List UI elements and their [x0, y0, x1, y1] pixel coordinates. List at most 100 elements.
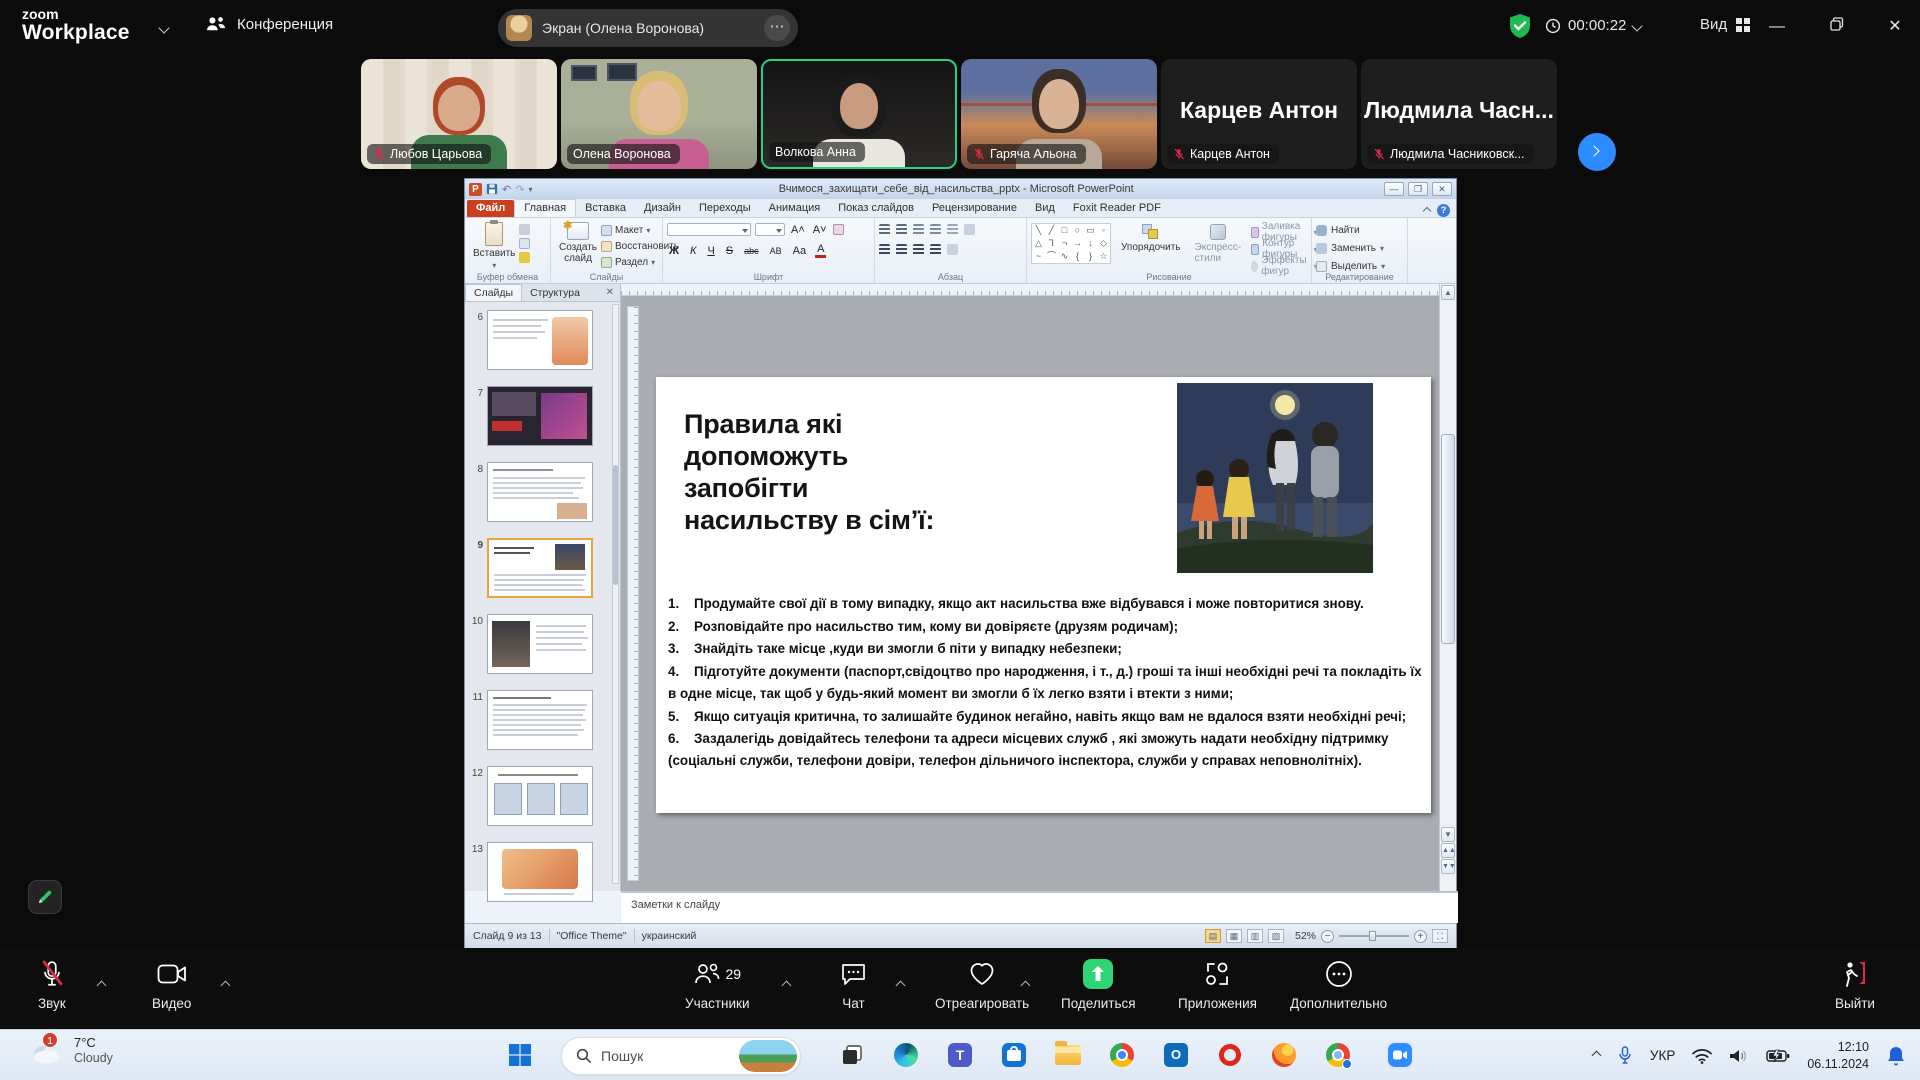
- participant-tile[interactable]: Олена Воронова: [561, 59, 757, 169]
- justify-icon[interactable]: [930, 244, 941, 255]
- indent-decrease-icon[interactable]: [913, 224, 924, 235]
- ppt-restore-button[interactable]: ❐: [1408, 182, 1428, 196]
- start-button[interactable]: [506, 1041, 534, 1069]
- text-direction-icon[interactable]: [964, 224, 975, 235]
- notifications-bell-icon[interactable]: [1886, 1045, 1906, 1067]
- line-spacing-icon[interactable]: [947, 224, 958, 235]
- arrange-button[interactable]: Упорядочить: [1117, 223, 1185, 254]
- language-indicator[interactable]: украинский: [642, 930, 697, 942]
- edge-icon[interactable]: [892, 1041, 920, 1069]
- collapse-ribbon-icon[interactable]: [1423, 206, 1431, 214]
- cut-icon[interactable]: [519, 224, 530, 235]
- abc-strike-button[interactable]: abc: [742, 246, 761, 256]
- change-case-button[interactable]: Aa: [791, 245, 808, 257]
- tab-animations[interactable]: Анимация: [760, 200, 830, 217]
- slide-thumbnail[interactable]: 13: [469, 842, 593, 902]
- opera-icon[interactable]: [1216, 1041, 1244, 1069]
- taskbar-search[interactable]: Пошук: [561, 1037, 801, 1075]
- replace-button[interactable]: Заменить▾: [1316, 241, 1403, 256]
- ppt-close-button[interactable]: ✕: [1432, 182, 1452, 196]
- bold-button[interactable]: Ж: [667, 245, 681, 257]
- panel-close-icon[interactable]: ✕: [606, 287, 620, 298]
- save-icon[interactable]: [486, 183, 498, 195]
- wifi-icon[interactable]: [1692, 1048, 1712, 1064]
- language-switcher[interactable]: УКР: [1650, 1048, 1675, 1063]
- font-name-combo[interactable]: [667, 223, 751, 236]
- minimize-button[interactable]: —: [1762, 12, 1792, 42]
- zoom-in-button[interactable]: +: [1414, 930, 1427, 943]
- file-explorer-icon[interactable]: [1054, 1041, 1082, 1069]
- leave-button[interactable]: Выйти: [1835, 958, 1875, 1011]
- panel-tab-outline[interactable]: Структура: [522, 285, 588, 301]
- next-slide-button[interactable]: ▼▼: [1441, 859, 1455, 874]
- share-screen-button[interactable]: Поделиться: [1061, 958, 1136, 1011]
- align-right-icon[interactable]: [913, 244, 924, 255]
- search-daily-image[interactable]: [739, 1040, 797, 1072]
- store-icon[interactable]: [1000, 1041, 1028, 1069]
- shape-fill-button[interactable]: Заливка фигуры▾: [1251, 225, 1317, 239]
- audio-button[interactable]: Звук: [38, 958, 66, 1011]
- zoom-slider[interactable]: [1339, 935, 1409, 937]
- scroll-down-icon[interactable]: ▼: [1441, 827, 1455, 842]
- taskbar-clock[interactable]: 12:10 06.11.2024: [1807, 1039, 1869, 1072]
- shape-effects-button[interactable]: Эффекты фигур▾: [1251, 259, 1317, 273]
- tab-home[interactable]: Главная: [514, 199, 576, 217]
- new-slide-button[interactable]: ✱ Создать слайд: [555, 221, 601, 269]
- more-button[interactable]: Дополнительно: [1290, 958, 1387, 1011]
- redo-icon[interactable]: ↷: [515, 183, 524, 196]
- tab-foxit[interactable]: Foxit Reader PDF: [1064, 200, 1170, 217]
- participant-tile-no-video[interactable]: Людмила Часн... Людмила Часниковск...: [1361, 59, 1557, 169]
- teams-icon[interactable]: T: [946, 1041, 974, 1069]
- chat-options-chevron[interactable]: [897, 976, 904, 994]
- slide-thumbnail[interactable]: 8: [469, 462, 593, 522]
- bullets-icon[interactable]: [879, 224, 890, 235]
- ppt-title-bar[interactable]: P ↶ ↷ ▾ Вчимося_захищати_себе_від_насиль…: [465, 179, 1456, 199]
- fit-to-window-button[interactable]: ⛶: [1432, 929, 1448, 943]
- quick-styles-button[interactable]: Экспресс-стили: [1191, 223, 1246, 265]
- tab-review[interactable]: Рецензирование: [923, 200, 1026, 217]
- slide-sorter-button[interactable]: ▦: [1226, 929, 1242, 943]
- align-center-icon[interactable]: [896, 244, 907, 255]
- next-participants-button[interactable]: [1578, 133, 1616, 171]
- view-button[interactable]: Вид: [1700, 16, 1751, 33]
- tab-insert[interactable]: Вставка: [576, 200, 635, 217]
- participant-tile[interactable]: Любов Царьова: [361, 59, 557, 169]
- slide-scrollbar[interactable]: ▲ ▼ ▲▲ ▼▼: [1439, 284, 1456, 891]
- close-button[interactable]: ✕: [1880, 12, 1910, 42]
- tray-mic-icon[interactable]: [1617, 1046, 1633, 1066]
- grow-font-button[interactable]: A˄: [789, 224, 807, 236]
- react-button[interactable]: Отреагировать: [935, 958, 1029, 1011]
- tab-transitions[interactable]: Переходы: [690, 200, 760, 217]
- firefox-icon[interactable]: [1270, 1041, 1298, 1069]
- participant-tile-active-speaker[interactable]: Волкова Анна: [761, 59, 957, 169]
- slide-thumbnail[interactable]: 6: [469, 310, 593, 370]
- underline-button[interactable]: Ч: [705, 245, 716, 257]
- battery-icon[interactable]: [1766, 1049, 1790, 1063]
- quick-access-toolbar[interactable]: P ↶ ↷ ▾: [469, 183, 532, 196]
- shape-outline-button[interactable]: Контур фигуры▾: [1251, 242, 1317, 256]
- slide-thumbnail[interactable]: 12: [469, 766, 593, 826]
- clear-format-icon[interactable]: [833, 224, 844, 235]
- participants-options-chevron[interactable]: [783, 976, 790, 994]
- font-color-button[interactable]: А: [815, 243, 826, 258]
- panel-tab-slides[interactable]: Слайды: [465, 284, 522, 301]
- ppt-minimize-button[interactable]: —: [1384, 182, 1404, 196]
- react-options-chevron[interactable]: [1022, 976, 1029, 994]
- scrollbar-thumb[interactable]: [1441, 434, 1455, 644]
- participants-button[interactable]: 29 Участники: [685, 958, 750, 1011]
- audio-options-chevron[interactable]: [98, 976, 105, 994]
- participant-tile-no-video[interactable]: Карцев Антон Карцев Антон: [1161, 59, 1357, 169]
- copy-icon[interactable]: [519, 238, 530, 249]
- char-spacing-button[interactable]: АВ: [768, 246, 784, 256]
- help-icon[interactable]: ?: [1437, 204, 1450, 217]
- previous-slide-button[interactable]: ▲▲: [1441, 843, 1455, 858]
- font-size-combo[interactable]: [755, 223, 785, 236]
- task-view-button[interactable]: [838, 1041, 866, 1069]
- notes-pane[interactable]: Заметки к слайду: [621, 891, 1458, 923]
- tab-file[interactable]: Файл: [467, 200, 514, 217]
- outlook-icon[interactable]: O: [1162, 1041, 1190, 1069]
- align-left-icon[interactable]: [879, 244, 890, 255]
- find-button[interactable]: Найти: [1316, 223, 1403, 238]
- shapes-gallery[interactable]: ╲╱□○▭◦ △Ꞁ¬→↓◇ ~⌒∿{}☆: [1031, 223, 1111, 264]
- panel-scrollbar[interactable]: [612, 304, 619, 884]
